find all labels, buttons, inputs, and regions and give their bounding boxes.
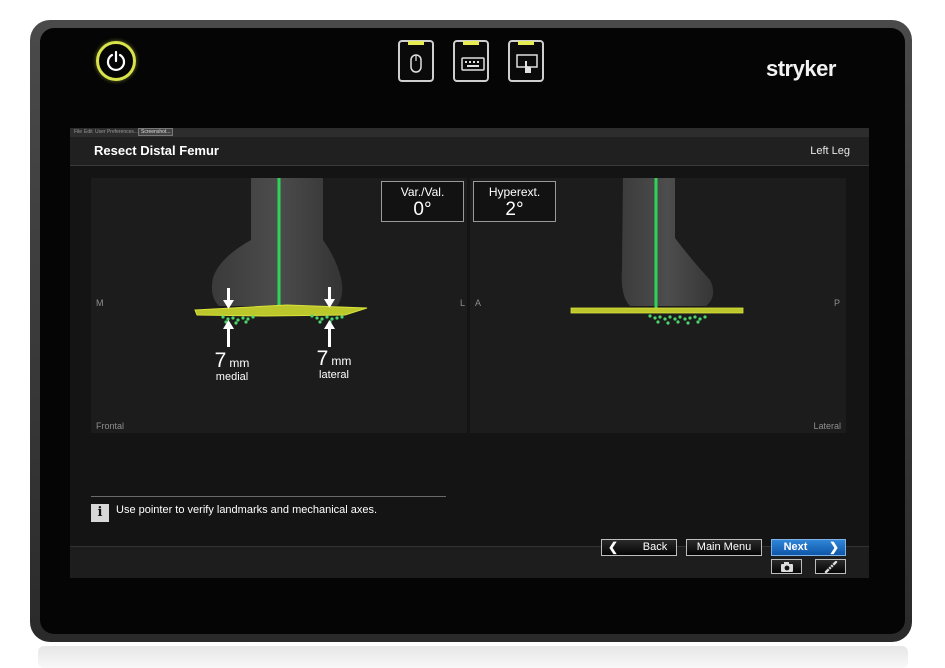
back-button[interactable]: ❮ Back [601, 539, 677, 556]
varus-valgus-label: Var./Val. [400, 185, 445, 199]
screenshot-button[interactable] [771, 559, 802, 574]
menu-edit[interactable]: Edit [84, 129, 93, 135]
menu-bar: File Edit User Preferences... Screenshot… [70, 128, 869, 137]
landmark-point-cloud [648, 314, 707, 325]
keyboard-icon [461, 57, 485, 71]
power-button[interactable] [96, 41, 136, 81]
view-name-label: Frontal [96, 421, 125, 431]
pointer-tool-icon [824, 561, 838, 573]
view-name-label: Lateral [813, 421, 841, 431]
main-menu-button[interactable]: Main Menu [686, 539, 762, 556]
mouse-mode-button[interactable] [398, 40, 434, 82]
lateral-depth-value: 7 [316, 347, 329, 370]
leg-indicator: Left Leg [810, 145, 850, 157]
hyperextension-value: 2° [505, 199, 524, 220]
anterior-side-label: A [475, 298, 482, 308]
brand-logo: stryker [766, 56, 836, 81]
lateral-depth-label: lateral [319, 369, 349, 381]
back-label: Back [642, 541, 668, 553]
keyboard-mode-button[interactable] [453, 40, 489, 82]
chevron-right-icon: ❯ [828, 540, 839, 554]
mode-indicator-light [518, 41, 534, 45]
mode-indicator-light [463, 41, 479, 45]
resection-plane [194, 304, 368, 317]
application-screen: File Edit User Preferences... Screenshot… [70, 128, 869, 578]
resection-plane [570, 307, 744, 314]
medial-resection-depth: 7 mm medial [207, 350, 257, 383]
menu-file[interactable]: File [74, 129, 82, 135]
medial-depth-unit: mm [229, 356, 250, 370]
title-bar: Resect Distal Femur Left Leg [70, 137, 869, 166]
varus-valgus-value: 0° [413, 199, 432, 220]
lateral-resection-depth: 7 mm lateral [309, 348, 359, 381]
pointer-tool-button[interactable] [815, 559, 846, 574]
femur-bone [211, 178, 343, 306]
main-menu-label: Main Menu [696, 541, 752, 553]
medial-depth-label: medial [215, 371, 249, 383]
camera-icon [781, 562, 793, 572]
femur-bone [621, 178, 714, 306]
next-button[interactable]: Next ❯ [771, 539, 846, 556]
menu-user-preferences[interactable]: User Preferences... [95, 129, 138, 135]
instruction-text: Use pointer to verify landmarks and mech… [116, 504, 378, 516]
power-icon [106, 50, 126, 72]
medial-side-label: M [96, 298, 104, 308]
lateral-side-label: L [459, 298, 465, 308]
hyperextension-readout: Hyperext. 2° [473, 181, 556, 222]
varus-valgus-readout: Var./Val. 0° [381, 181, 464, 222]
posterior-side-label: P [833, 298, 840, 308]
menu-screenshot[interactable]: Screenshot... [138, 128, 174, 136]
info-icon: i [91, 504, 109, 522]
touch-mode-button[interactable] [508, 40, 544, 82]
touch-icon [516, 54, 538, 73]
mode-indicator-light [408, 41, 424, 45]
page-title: Resect Distal Femur [94, 143, 219, 158]
hyperextension-label: Hyperext. [488, 185, 541, 199]
chevron-left-icon: ❮ [608, 540, 619, 554]
lateral-depth-unit: mm [331, 354, 352, 368]
mouse-icon [410, 54, 422, 73]
device-shadow [38, 646, 908, 668]
info-divider [91, 496, 446, 497]
next-label: Next [783, 541, 808, 553]
medial-depth-value: 7 [214, 349, 227, 372]
